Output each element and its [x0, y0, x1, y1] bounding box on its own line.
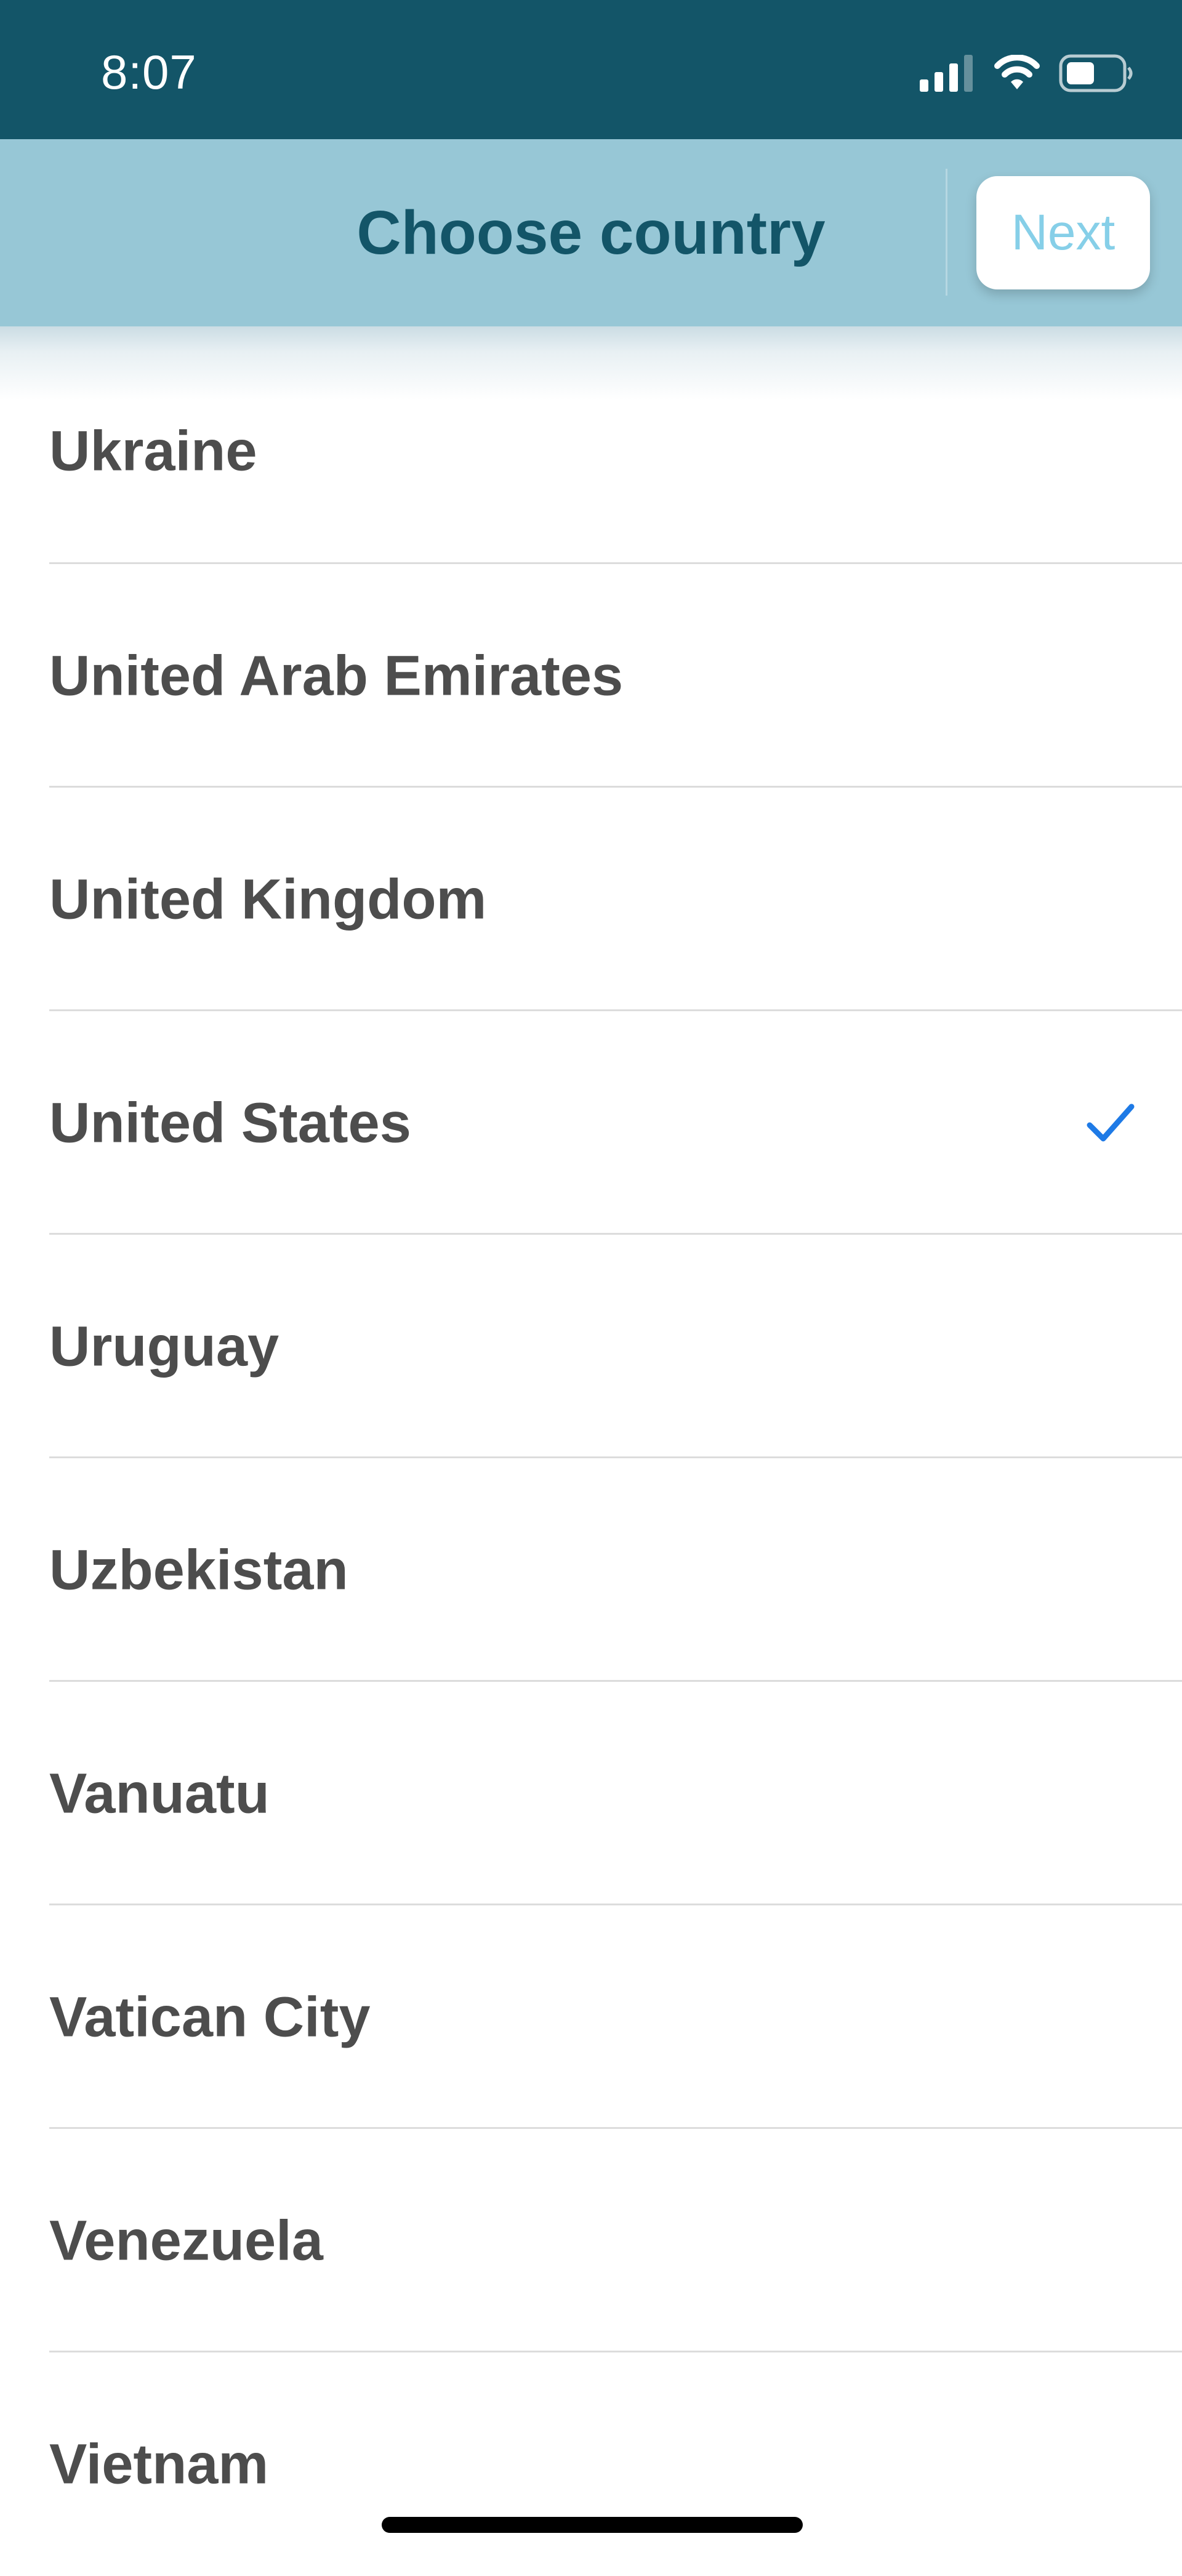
- country-item-vatican-city[interactable]: Vatican City: [0, 1905, 1182, 2129]
- battery-icon: [1059, 54, 1133, 92]
- country-name: Vietnam: [49, 2433, 269, 2495]
- status-bar: 8:07: [0, 0, 1182, 139]
- country-name: Ukraine: [49, 419, 257, 483]
- country-item-united-arab-emirates[interactable]: United Arab Emirates: [0, 564, 1182, 788]
- country-name: Uruguay: [49, 1315, 279, 1378]
- country-item-united-kingdom[interactable]: United Kingdom: [0, 788, 1182, 1011]
- next-button[interactable]: Next: [976, 176, 1150, 289]
- country-list: Ukraine United Arab Emirates United King…: [0, 339, 1182, 2576]
- cellular-signal-icon: [920, 55, 973, 92]
- country-item-vietnam[interactable]: Vietnam: [0, 2352, 1182, 2576]
- header-bar: Choose country Next: [0, 139, 1182, 326]
- wifi-icon: [994, 55, 1040, 89]
- country-name: United Kingdom: [49, 868, 487, 931]
- country-item-uzbekistan[interactable]: Uzbekistan: [0, 1458, 1182, 1682]
- country-item-ukraine[interactable]: Ukraine: [0, 339, 1182, 564]
- checkmark-icon: [1087, 1104, 1135, 1141]
- country-item-vanuatu[interactable]: Vanuatu: [0, 1682, 1182, 1905]
- home-indicator: [382, 2517, 803, 2533]
- status-icons: [920, 52, 1135, 95]
- header-divider: [946, 169, 947, 296]
- status-time: 8:07: [101, 45, 197, 99]
- country-name: United States: [49, 1091, 411, 1154]
- country-item-uruguay[interactable]: Uruguay: [0, 1235, 1182, 1458]
- country-name: Venezuela: [49, 2209, 323, 2272]
- country-item-venezuela[interactable]: Venezuela: [0, 2129, 1182, 2352]
- country-name: United Arab Emirates: [49, 644, 624, 707]
- country-item-united-states[interactable]: United States: [0, 1011, 1182, 1235]
- country-name: Vatican City: [49, 1985, 371, 2048]
- country-name: Uzbekistan: [49, 1538, 348, 1601]
- country-name: Vanuatu: [49, 1762, 270, 1825]
